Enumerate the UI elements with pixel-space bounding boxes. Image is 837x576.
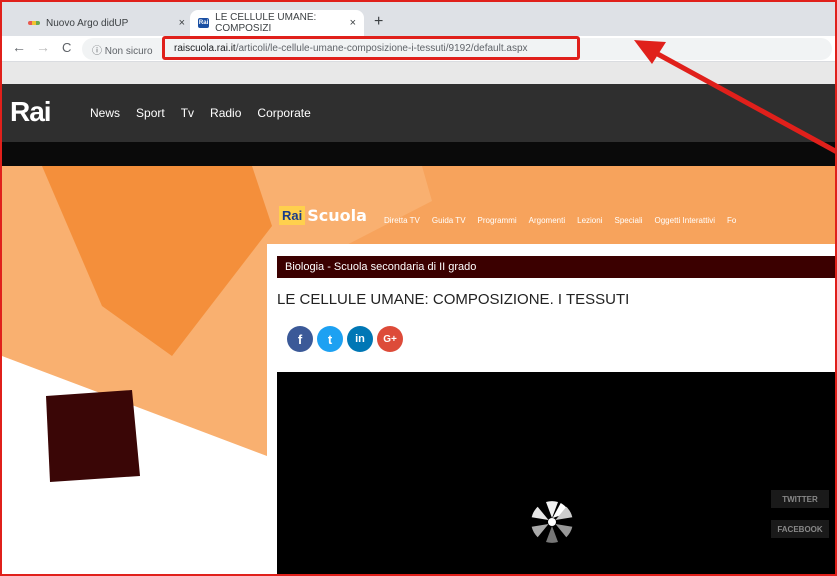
video-player[interactable]: TWITTER FACEBOOK — [277, 372, 835, 574]
page-title: LE CELLULE UMANE: COMPOSIZIONE. I TESSUT… — [277, 291, 630, 308]
rs-nav-programmi[interactable]: Programmi — [478, 216, 517, 225]
breadcrumb[interactable]: Biologia - Scuola secondaria di II grado — [277, 256, 835, 278]
rai-header: Rai News Sport Tv Radio Corporate — [2, 84, 835, 142]
tab-rai-scuola[interactable]: Rai LE CELLULE UMANE: COMPOSIZI × — [190, 10, 364, 36]
browser-tab-strip: Nuovo Argo didUP × Rai LE CELLULE UMANE:… — [2, 2, 835, 36]
rai-favicon-icon: Rai — [198, 18, 210, 28]
nav-item-sport[interactable]: Sport — [136, 106, 165, 120]
rai-logo[interactable]: Rai — [10, 96, 52, 128]
video-twitter-button[interactable]: TWITTER — [771, 490, 829, 508]
rs-nav-diretta-tv[interactable]: Diretta TV — [384, 216, 420, 225]
nav-item-tv[interactable]: Tv — [181, 106, 194, 120]
argo-favicon-icon — [28, 21, 40, 25]
nav-item-corporate[interactable]: Corporate — [257, 106, 310, 120]
nav-item-news[interactable]: News — [90, 106, 120, 120]
close-tab-icon[interactable]: × — [179, 17, 185, 29]
new-tab-button[interactable]: + — [374, 13, 383, 31]
rs-nav-guida-tv[interactable]: Guida TV — [432, 216, 466, 225]
raiscuola-logo-rai: Rai — [279, 206, 306, 225]
tab-title: LE CELLULE UMANE: COMPOSIZI — [215, 12, 317, 34]
video-facebook-button[interactable]: FACEBOOK — [771, 520, 829, 538]
reload-button[interactable]: C — [62, 40, 71, 55]
rs-nav-argomenti[interactable]: Argomenti — [529, 216, 565, 225]
rs-nav-lezioni[interactable]: Lezioni — [577, 216, 602, 225]
linkedin-icon[interactable]: in — [347, 326, 373, 352]
black-band — [2, 142, 835, 166]
tab-title: Nuovo Argo didUP — [46, 17, 129, 29]
google-plus-icon[interactable]: G+ — [377, 326, 403, 352]
back-button[interactable]: ← — [12, 39, 26, 55]
twitter-icon[interactable]: t — [317, 326, 343, 352]
rs-nav-speciali[interactable]: Speciali — [614, 216, 642, 225]
loading-spinner-icon — [531, 501, 573, 543]
bookmarks-bar — [2, 62, 835, 84]
rs-nav-fo[interactable]: Fo — [727, 216, 736, 225]
url-highlight-box — [162, 36, 580, 60]
dark-square-shape — [46, 390, 140, 482]
screenshot-frame: Nuovo Argo didUP × Rai LE CELLULE UMANE:… — [0, 0, 837, 576]
raiscuola-logo-scuola: Scuola — [307, 206, 367, 225]
nav-item-radio[interactable]: Radio — [210, 106, 241, 120]
raiscuola-logo[interactable]: Rai Scuola — [279, 206, 367, 225]
social-share-bar: f t in G+ — [287, 326, 403, 352]
rs-nav-oggetti-interattivi[interactable]: Oggetti Interattivi — [655, 216, 715, 225]
close-tab-icon[interactable]: × — [350, 17, 356, 29]
facebook-icon[interactable]: f — [287, 326, 313, 352]
raiscuola-page: Rai Scuola Diretta TV Guida TV Programmi… — [2, 166, 835, 574]
raiscuola-nav: Diretta TV Guida TV Programmi Argomenti … — [384, 216, 736, 225]
tab-argo[interactable]: Nuovo Argo didUP × — [18, 10, 193, 36]
forward-button[interactable]: → — [36, 39, 50, 55]
rai-main-nav: News Sport Tv Radio Corporate — [90, 106, 311, 120]
security-indicator[interactable]: ⓘ Non sicuro — [92, 42, 153, 57]
